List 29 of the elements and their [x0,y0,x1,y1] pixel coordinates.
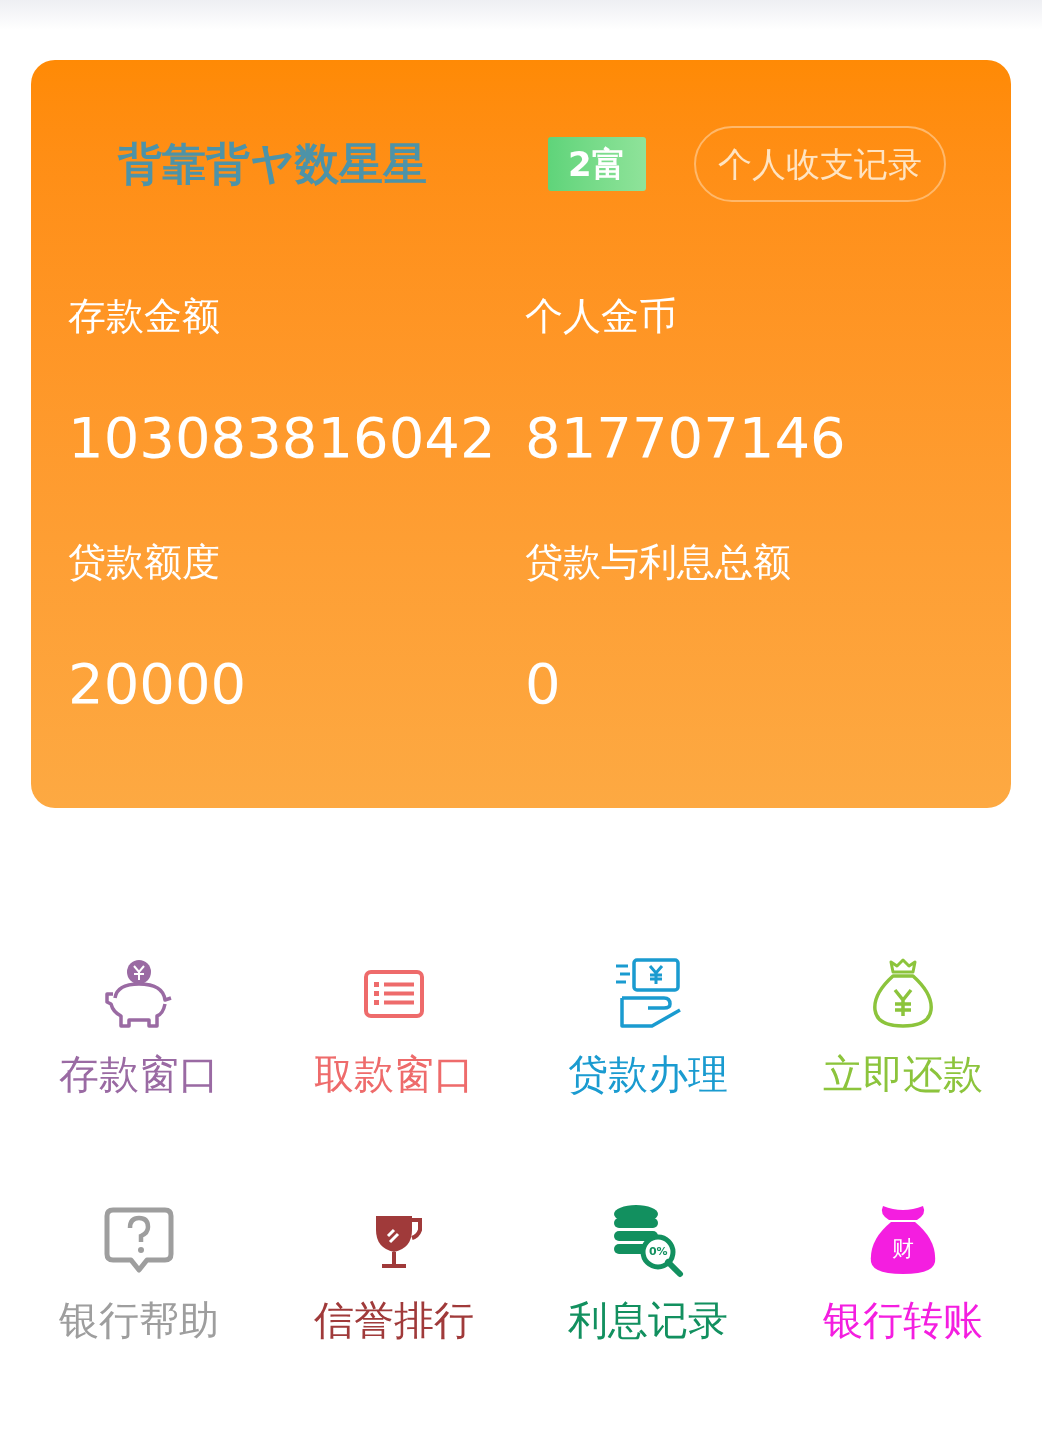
menu-item[interactable]: 财 银行转账 [775,1200,1030,1346]
menu-label: 银行帮助 [59,1296,220,1345]
stat-value: 817707146 [525,406,847,470]
username: 背靠背ヤ数星星 [118,137,428,191]
menu-label: 银行转账 [822,1296,983,1345]
wealth-character: 财 [890,1236,915,1262]
stat-label: 个人金币 [525,293,678,340]
stat-label: 存款金额 [68,293,221,340]
menu-item[interactable]: 信誉排行 [266,1200,521,1346]
menu-label: 利息记录 [568,1296,729,1345]
menu-label: 取款窗口 [313,1050,474,1099]
menu-label: 贷款办理 [568,1050,729,1099]
menu-item[interactable]: 银行帮助 [12,1200,267,1346]
menu-label: 立即还款 [822,1050,983,1099]
stat-label: 贷款与利息总额 [525,539,792,586]
percent-label: 0% [647,1244,669,1260]
menu-item[interactable]: 0% 利息记录 [521,1200,776,1346]
menu-label: 信誉排行 [313,1296,474,1345]
level-badge: 2富 [548,137,646,191]
menu-item[interactable]: 取款窗口 [266,954,521,1100]
stat-value: 103083816042 [68,406,497,470]
menu-label: 存款窗口 [59,1050,220,1099]
menu-item[interactable]: 存款窗口 [12,954,267,1100]
stat-value: 0 [525,652,562,716]
stat-value: 20000 [68,652,248,716]
menu-item[interactable]: 立即还款 [775,954,1030,1100]
records-button[interactable]: 个人收支记录 [693,126,946,202]
stat-label: 贷款额度 [68,539,221,586]
menu-item[interactable]: 贷款办理 [521,954,776,1100]
